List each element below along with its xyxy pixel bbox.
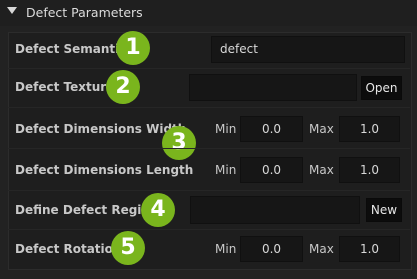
defect-texture-label: Defect Texture [15, 80, 115, 94]
rotation-min-label: Min [215, 242, 237, 256]
width-min-label: Min [215, 122, 237, 136]
badge-4: 4 [141, 193, 175, 227]
width-max-input[interactable]: 1.0 [339, 116, 400, 142]
length-max-label: Max [309, 163, 334, 177]
defect-rotation-label: Defect Rotation [15, 242, 122, 256]
length-min-label: Min [215, 163, 237, 177]
rotation-max-label: Max [309, 242, 334, 256]
triangle-down-icon[interactable] [7, 7, 17, 14]
panel-title: Defect Parameters [26, 5, 143, 20]
define-region-input[interactable] [190, 196, 360, 224]
badge-1: 1 [116, 31, 150, 65]
badge-2: 2 [106, 70, 140, 104]
length-min-input[interactable]: 0.0 [240, 157, 303, 183]
row-divider [8, 68, 410, 69]
defect-width-label: Defect Dimensions Width [15, 122, 187, 136]
defect-parameters-panel: Defect Parameters Defect Semantic defect… [0, 0, 417, 279]
rotation-max-input[interactable]: 1.0 [339, 236, 400, 262]
badge-3: 3 [162, 126, 196, 160]
defect-semantic-label: Defect Semantic [15, 42, 127, 56]
row-divider [8, 229, 410, 230]
define-region-label: Define Defect Region [15, 203, 159, 217]
width-min-input[interactable]: 0.0 [240, 116, 303, 142]
badge-5: 5 [111, 231, 145, 265]
defect-semantic-input[interactable]: defect [211, 36, 405, 63]
width-max-label: Max [309, 122, 334, 136]
length-max-input[interactable]: 1.0 [339, 157, 400, 183]
row-divider [8, 148, 410, 149]
panel-header[interactable]: Defect Parameters [0, 0, 417, 26]
rotation-min-input[interactable]: 0.0 [240, 236, 303, 262]
defect-texture-input[interactable] [189, 74, 357, 101]
defect-length-label: Defect Dimensions Length [15, 163, 194, 177]
row-divider [8, 190, 410, 191]
open-button[interactable]: Open [361, 76, 402, 100]
new-button[interactable]: New [366, 198, 402, 222]
row-divider [8, 107, 410, 108]
